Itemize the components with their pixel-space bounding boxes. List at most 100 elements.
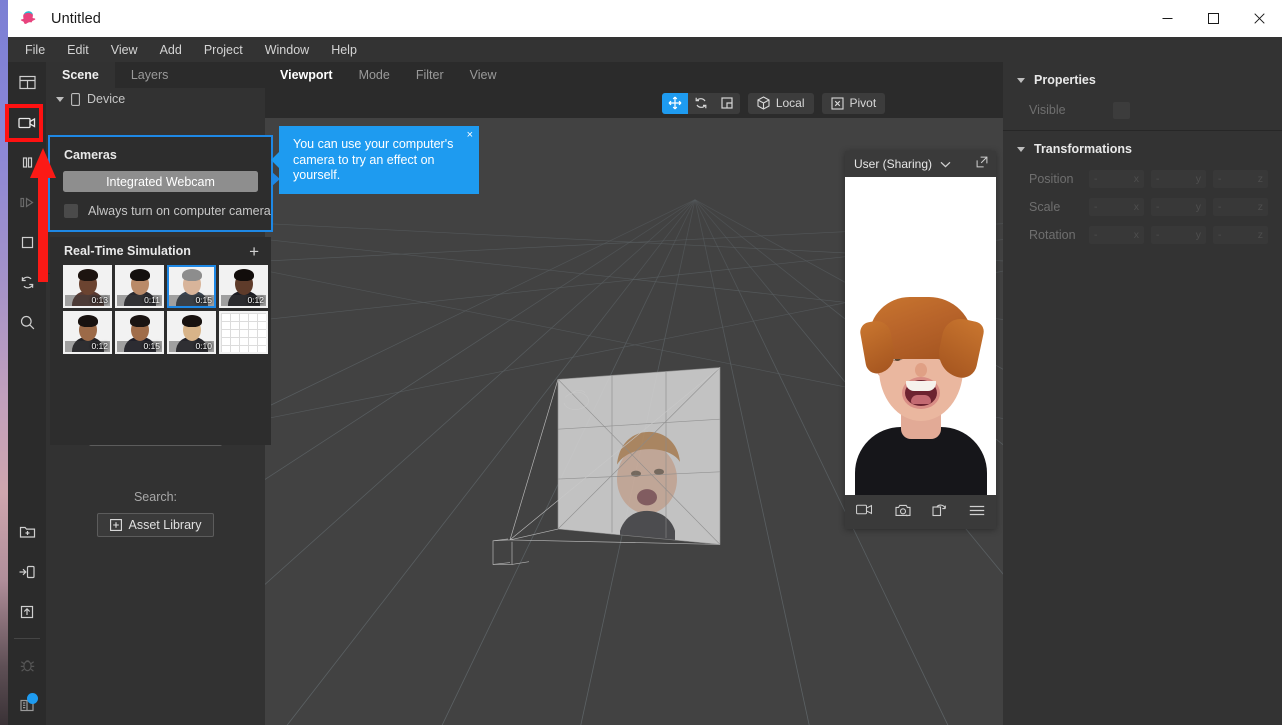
- thumbnail-duration: 0:15: [143, 341, 160, 351]
- tab-filter[interactable]: Filter: [403, 62, 457, 88]
- position-z-field[interactable]: -z: [1213, 170, 1268, 188]
- property-row-scale[interactable]: Scale -x -y -z: [1003, 193, 1282, 221]
- pivot-icon: [830, 96, 844, 110]
- tab-scene[interactable]: Scene: [46, 62, 115, 88]
- rotation-z-field[interactable]: -z: [1213, 226, 1268, 244]
- upload-icon[interactable]: [8, 592, 46, 632]
- maximize-button[interactable]: [1190, 0, 1236, 37]
- webcam-popout-icon[interactable]: [976, 155, 988, 173]
- record-camera-icon[interactable]: [855, 503, 873, 521]
- move-gizmo-icon[interactable]: [661, 92, 688, 114]
- snapshot-icon[interactable]: [895, 503, 911, 522]
- annotation-arrow: [30, 148, 56, 282]
- add-simulation-button[interactable]: +: [249, 243, 259, 260]
- close-button[interactable]: [1236, 0, 1282, 37]
- viewport-3d-canvas[interactable]: User (Sharing): [265, 118, 1003, 725]
- collapse-triangle-icon[interactable]: [1017, 77, 1025, 83]
- search-icon[interactable]: [8, 302, 46, 342]
- minimize-button[interactable]: [1144, 0, 1190, 37]
- rotation-label: Rotation: [1029, 228, 1076, 242]
- menu-view[interactable]: View: [100, 37, 149, 62]
- pivot-button[interactable]: Pivot: [821, 92, 886, 114]
- position-x-field[interactable]: -x: [1089, 170, 1144, 188]
- thumbnail-duration: 0:12: [91, 341, 108, 351]
- layout-panels-icon[interactable]: [8, 62, 46, 102]
- library-add-icon: [109, 519, 122, 531]
- chevron-down-icon[interactable]: [940, 155, 951, 173]
- always-turn-on-camera-label: Always turn on computer camera: [88, 204, 271, 218]
- menu-project[interactable]: Project: [193, 37, 254, 62]
- empty-grid-thumbnail: [221, 313, 266, 352]
- menu-add[interactable]: Add: [149, 37, 193, 62]
- device-icon: [71, 92, 80, 106]
- gizmo-mode-group: [661, 92, 740, 114]
- webcam-panel-title: User (Sharing): [854, 157, 933, 171]
- news-panel-icon[interactable]: [8, 685, 46, 725]
- menu-file[interactable]: File: [14, 37, 56, 62]
- annotation-highlight-box: [5, 104, 43, 142]
- always-turn-on-camera-row[interactable]: Always turn on computer camera: [50, 192, 271, 230]
- callout-arrow: [271, 152, 279, 168]
- rotation-x-field[interactable]: -x: [1089, 226, 1144, 244]
- simulation-thumbnail[interactable]: 0:12: [63, 311, 112, 354]
- scale-fields: -x -y -z: [1089, 198, 1268, 216]
- always-turn-on-camera-checkbox[interactable]: [64, 204, 78, 218]
- properties-section-header[interactable]: Properties: [1003, 62, 1282, 96]
- simulation-thumbnail[interactable]: [219, 311, 268, 354]
- scale-y-field[interactable]: -y: [1151, 198, 1206, 216]
- scene-tree-row-device[interactable]: Device: [46, 88, 265, 110]
- scale-gizmo-icon[interactable]: [714, 93, 740, 114]
- webcam-panel-header: User (Sharing): [845, 151, 996, 177]
- tab-layers[interactable]: Layers: [114, 62, 185, 88]
- search-label: Search:: [133, 490, 178, 504]
- webcam-preview-panel[interactable]: User (Sharing): [845, 151, 996, 529]
- pivot-label: Pivot: [849, 96, 877, 110]
- menu-hamburger-icon[interactable]: [969, 503, 985, 521]
- property-row-visible[interactable]: Visible: [1003, 96, 1282, 124]
- rotation-fields: -x -y -z: [1089, 226, 1268, 244]
- webcam-video-feed: [845, 177, 996, 495]
- property-row-rotation[interactable]: Rotation -x -y -z: [1003, 221, 1282, 249]
- scene-hierarchy: Device Cameras Integrated Webcam Always …: [46, 88, 280, 445]
- transformations-section-header[interactable]: Transformations: [1003, 131, 1282, 165]
- visible-checkbox[interactable]: [1113, 101, 1130, 119]
- scale-z-field[interactable]: -z: [1213, 198, 1268, 216]
- tab-mode[interactable]: Mode: [346, 62, 403, 88]
- flip-camera-icon[interactable]: [932, 503, 947, 522]
- simulation-thumbnail[interactable]: 0:15: [167, 265, 216, 308]
- rotation-y-field[interactable]: -y: [1151, 226, 1206, 244]
- simulation-thumbnail[interactable]: 0:12: [219, 265, 268, 308]
- property-row-position[interactable]: Position -x -y -z: [1003, 165, 1282, 193]
- integrated-webcam-button[interactable]: Integrated Webcam: [63, 171, 258, 192]
- coordinate-space-button[interactable]: Local: [747, 92, 814, 114]
- scale-x-field[interactable]: -x: [1089, 198, 1144, 216]
- menu-help[interactable]: Help: [320, 37, 368, 62]
- scale-label: Scale: [1029, 200, 1061, 214]
- position-fields: -x -y -z: [1089, 170, 1268, 188]
- tab-viewport[interactable]: Viewport: [265, 62, 346, 88]
- real-time-simulation-title: Real-Time Simulation: [64, 244, 191, 258]
- visible-label: Visible: [1029, 103, 1066, 117]
- rotate-gizmo-icon[interactable]: [688, 93, 714, 114]
- menu-window[interactable]: Window: [254, 37, 320, 62]
- position-y-field[interactable]: -y: [1151, 170, 1206, 188]
- collapse-triangle-icon-2[interactable]: [1017, 146, 1025, 152]
- expand-triangle-icon[interactable]: [56, 96, 64, 102]
- add-folder-icon[interactable]: [8, 512, 46, 552]
- tab-view[interactable]: View: [457, 62, 510, 88]
- asset-library-button[interactable]: Asset Library: [96, 513, 215, 537]
- simulation-thumbnail[interactable]: 0:10: [167, 311, 216, 354]
- simulation-thumbnail[interactable]: 0:13: [63, 265, 112, 308]
- real-time-simulation-header: Real-Time Simulation +: [50, 237, 271, 265]
- title-bar: Untitled: [8, 0, 1282, 37]
- real-time-simulation-section: Real-Time Simulation + 0:13 0:11 0:15 0:12 0…: [50, 237, 271, 445]
- close-icon[interactable]: ×: [467, 129, 473, 141]
- simulation-thumbnail[interactable]: 0:11: [115, 265, 164, 308]
- callout-text: You can use your computer's camera to tr…: [293, 137, 454, 182]
- thumbnail-duration: 0:13: [91, 295, 108, 305]
- menu-edit[interactable]: Edit: [56, 37, 100, 62]
- simulation-thumbnail[interactable]: 0:15: [115, 311, 164, 354]
- bug-icon[interactable]: [8, 645, 46, 685]
- webcam-panel-footer: [845, 495, 996, 529]
- send-to-device-icon[interactable]: [8, 552, 46, 592]
